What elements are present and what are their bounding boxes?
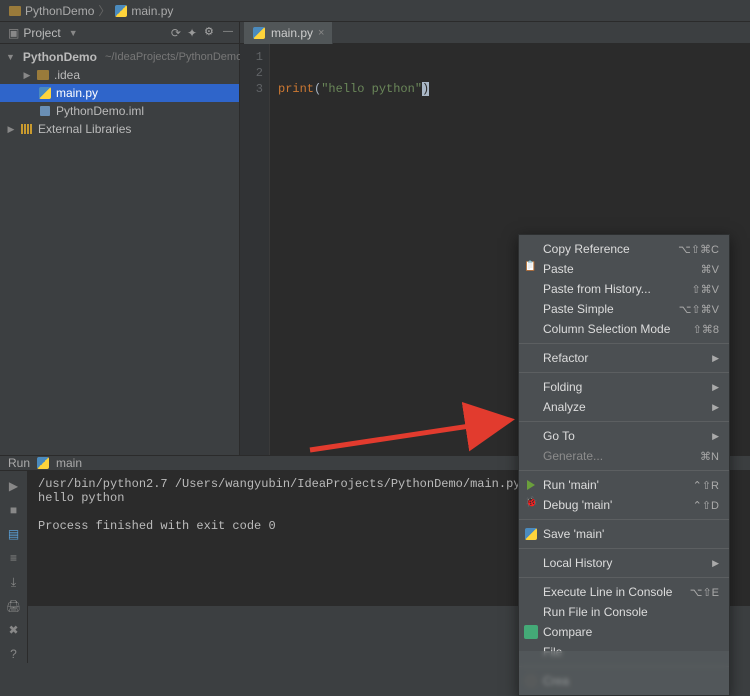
ctx-separator bbox=[519, 343, 729, 344]
clear-all-button[interactable]: ✖ bbox=[5, 621, 23, 639]
ctx-run-main[interactable]: Run 'main'⌃⇧R bbox=[519, 475, 729, 495]
tree-root[interactable]: ▼ PythonDemo ~/IdeaProjects/PythonDemo bbox=[0, 48, 239, 66]
project-panel-header[interactable]: ▣ Project ▼ ⟳ ✦ — bbox=[0, 22, 240, 43]
python-file-icon bbox=[252, 26, 266, 40]
ctx-separator bbox=[519, 372, 729, 373]
layout-button[interactable]: ▤ bbox=[5, 525, 23, 543]
stop-button[interactable]: ■ bbox=[5, 501, 23, 519]
tree-root-path: ~/IdeaProjects/PythonDemo bbox=[105, 51, 242, 63]
ctx-debug-main[interactable]: Debug 'main'⌃⇧D bbox=[519, 495, 729, 515]
iml-file-icon bbox=[38, 104, 52, 118]
ctx-run-file-console[interactable]: Run File in Console bbox=[519, 602, 729, 622]
tree-idea-label: .idea bbox=[54, 68, 80, 82]
breadcrumb-file-label: main.py bbox=[131, 4, 173, 18]
compare-icon bbox=[524, 625, 538, 639]
hide-panel-icon[interactable]: — bbox=[223, 26, 233, 40]
breadcrumb-separator: 〉 bbox=[98, 2, 110, 19]
editor-tab-label: main.py bbox=[271, 26, 313, 40]
code-paren-close: ) bbox=[422, 82, 429, 96]
print-button[interactable]: 🖨 bbox=[5, 597, 23, 615]
line-number: 1 bbox=[240, 50, 263, 66]
ctx-separator bbox=[519, 470, 729, 471]
code-keyword: print bbox=[278, 82, 314, 96]
project-tree[interactable]: ▼ PythonDemo ~/IdeaProjects/PythonDemo ▶… bbox=[0, 44, 240, 455]
python-file-icon bbox=[38, 86, 52, 100]
breadcrumb-project[interactable]: PythonDemo bbox=[8, 4, 94, 18]
project-panel-title: Project bbox=[23, 26, 60, 40]
console-line: Process finished with exit code 0 bbox=[38, 519, 276, 533]
folder-icon bbox=[36, 68, 50, 82]
ctx-paste[interactable]: Paste⌘V bbox=[519, 259, 729, 279]
ctx-generate: Generate...⌘N bbox=[519, 446, 729, 466]
line-number: 3 bbox=[240, 82, 263, 98]
show-options-icon[interactable]: ✦ bbox=[187, 26, 197, 40]
ctx-analyze[interactable]: Analyze▶ bbox=[519, 397, 729, 417]
library-icon bbox=[20, 122, 34, 136]
run-toolbar: ▶ ■ ▤ ≡ ⤓ 🖨 ✖ ? bbox=[0, 471, 28, 663]
run-label: Run bbox=[8, 456, 30, 470]
ctx-column-selection[interactable]: Column Selection Mode⇧⌘8 bbox=[519, 319, 729, 339]
debug-icon bbox=[524, 498, 538, 512]
ctx-local-history[interactable]: Local History▶ bbox=[519, 553, 729, 573]
tree-root-label: PythonDemo bbox=[23, 50, 97, 64]
close-tab-icon[interactable]: × bbox=[318, 27, 324, 39]
breadcrumb-file[interactable]: main.py bbox=[114, 4, 173, 18]
tree-iml-file[interactable]: PythonDemo.iml bbox=[0, 102, 239, 120]
ctx-paste-simple[interactable]: Paste Simple⌥⇧⌘V bbox=[519, 299, 729, 319]
rerun-button[interactable]: ▶ bbox=[5, 477, 23, 495]
ctx-copy-reference[interactable]: Copy Reference⌥⇧⌘C bbox=[519, 239, 729, 259]
ctx-separator bbox=[519, 519, 729, 520]
breadcrumb: PythonDemo 〉 main.py bbox=[0, 0, 750, 22]
console-line: /usr/bin/python2.7 /Users/wangyubin/Idea… bbox=[38, 477, 520, 491]
code-string: "hello python" bbox=[321, 82, 422, 96]
soft-wrap-button[interactable]: ≡ bbox=[5, 549, 23, 567]
editor-tab-main[interactable]: main.py × bbox=[244, 22, 333, 44]
editor-gutter: 1 2 3 bbox=[240, 44, 270, 455]
ctx-execute-line[interactable]: Execute Line in Console⌥⇧E bbox=[519, 582, 729, 602]
blurred-region bbox=[519, 651, 729, 695]
tree-extlib-label: External Libraries bbox=[38, 122, 131, 136]
ctx-paste-history[interactable]: Paste from History...⇧⌘V bbox=[519, 279, 729, 299]
ctx-refactor[interactable]: Refactor▶ bbox=[519, 348, 729, 368]
tree-idea-folder[interactable]: ▶ .idea bbox=[0, 66, 239, 84]
line-number: 2 bbox=[240, 66, 263, 82]
console-line: hello python bbox=[38, 491, 124, 505]
python-file-icon bbox=[524, 527, 538, 541]
ctx-separator bbox=[519, 577, 729, 578]
ctx-separator bbox=[519, 548, 729, 549]
toolbar-row: ▣ Project ▼ ⟳ ✦ — main.py × bbox=[0, 22, 750, 44]
ctx-go-to[interactable]: Go To▶ bbox=[519, 426, 729, 446]
run-config-name: main bbox=[56, 456, 82, 470]
folder-icon bbox=[8, 4, 22, 18]
tree-main-label: main.py bbox=[56, 86, 98, 100]
python-file-icon bbox=[114, 4, 128, 18]
ctx-save-main[interactable]: Save 'main' bbox=[519, 524, 729, 544]
collapse-all-icon[interactable]: ⟳ bbox=[171, 26, 181, 40]
ctx-compare-with[interactable]: Compare bbox=[519, 622, 729, 642]
editor-tab-bar: main.py × bbox=[240, 22, 750, 44]
ctx-folding[interactable]: Folding▶ bbox=[519, 377, 729, 397]
python-file-icon bbox=[36, 456, 50, 470]
scroll-end-button[interactable]: ⤓ bbox=[5, 573, 23, 591]
code-area[interactable]: print("hello python") bbox=[270, 44, 437, 455]
tree-main-file[interactable]: main.py bbox=[0, 84, 239, 102]
breadcrumb-project-label: PythonDemo bbox=[25, 4, 94, 18]
tree-external-libraries[interactable]: ▶ External Libraries bbox=[0, 120, 239, 138]
paste-icon bbox=[524, 262, 538, 276]
gear-icon[interactable] bbox=[203, 26, 217, 40]
help-button[interactable]: ? bbox=[5, 645, 23, 663]
tree-iml-label: PythonDemo.iml bbox=[56, 104, 144, 118]
ctx-separator bbox=[519, 421, 729, 422]
run-icon bbox=[524, 478, 538, 492]
editor-context-menu: Copy Reference⌥⇧⌘C Paste⌘V Paste from Hi… bbox=[518, 234, 730, 696]
